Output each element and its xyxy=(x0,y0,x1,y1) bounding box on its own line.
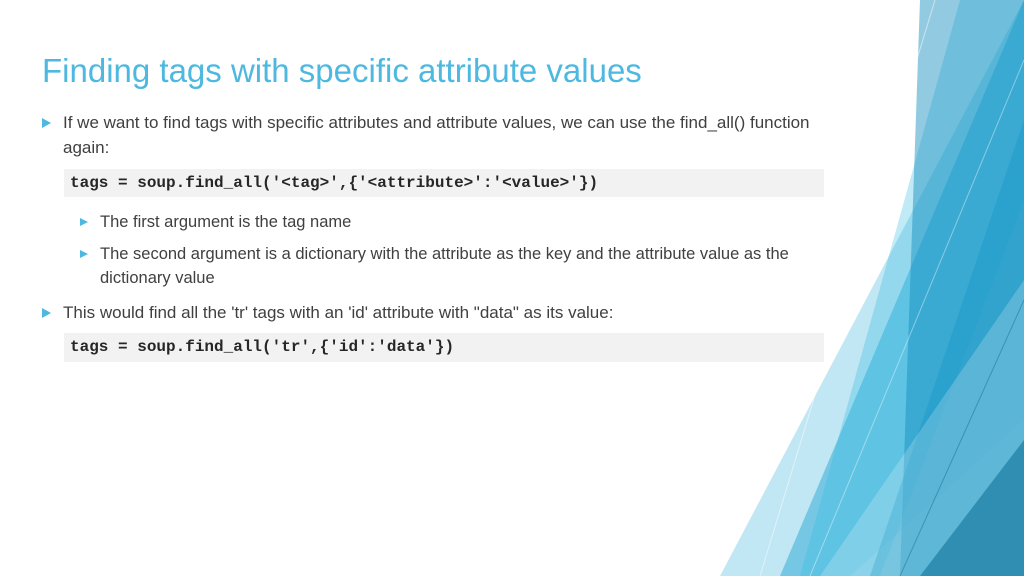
bullet-text: The first argument is the tag name xyxy=(100,211,351,235)
code-block: tags = soup.find_all('tr',{'id':'data'}) xyxy=(64,333,824,361)
list-item: This would find all the 'tr' tags with a… xyxy=(42,301,824,326)
bullet-text: The second argument is a dictionary with… xyxy=(100,243,824,291)
bullet-icon xyxy=(80,218,88,226)
list-item: The second argument is a dictionary with… xyxy=(80,243,824,291)
code-block: tags = soup.find_all('<tag>',{'<attribut… xyxy=(64,169,824,197)
bullet-text: If we want to find tags with specific at… xyxy=(63,111,824,160)
bullet-icon xyxy=(42,118,51,128)
bullet-list: This would find all the 'tr' tags with a… xyxy=(42,301,824,326)
slide-content: Finding tags with specific attribute val… xyxy=(0,0,1024,416)
slide-title: Finding tags with specific attribute val… xyxy=(42,50,824,91)
list-item: If we want to find tags with specific at… xyxy=(42,111,824,160)
bullet-icon xyxy=(80,250,88,258)
bullet-text: This would find all the 'tr' tags with a… xyxy=(63,301,613,326)
bullet-icon xyxy=(42,308,51,318)
bullet-list: If we want to find tags with specific at… xyxy=(42,111,824,160)
list-item: The first argument is the tag name xyxy=(80,211,824,235)
sub-bullet-list: The first argument is the tag name The s… xyxy=(42,211,824,291)
